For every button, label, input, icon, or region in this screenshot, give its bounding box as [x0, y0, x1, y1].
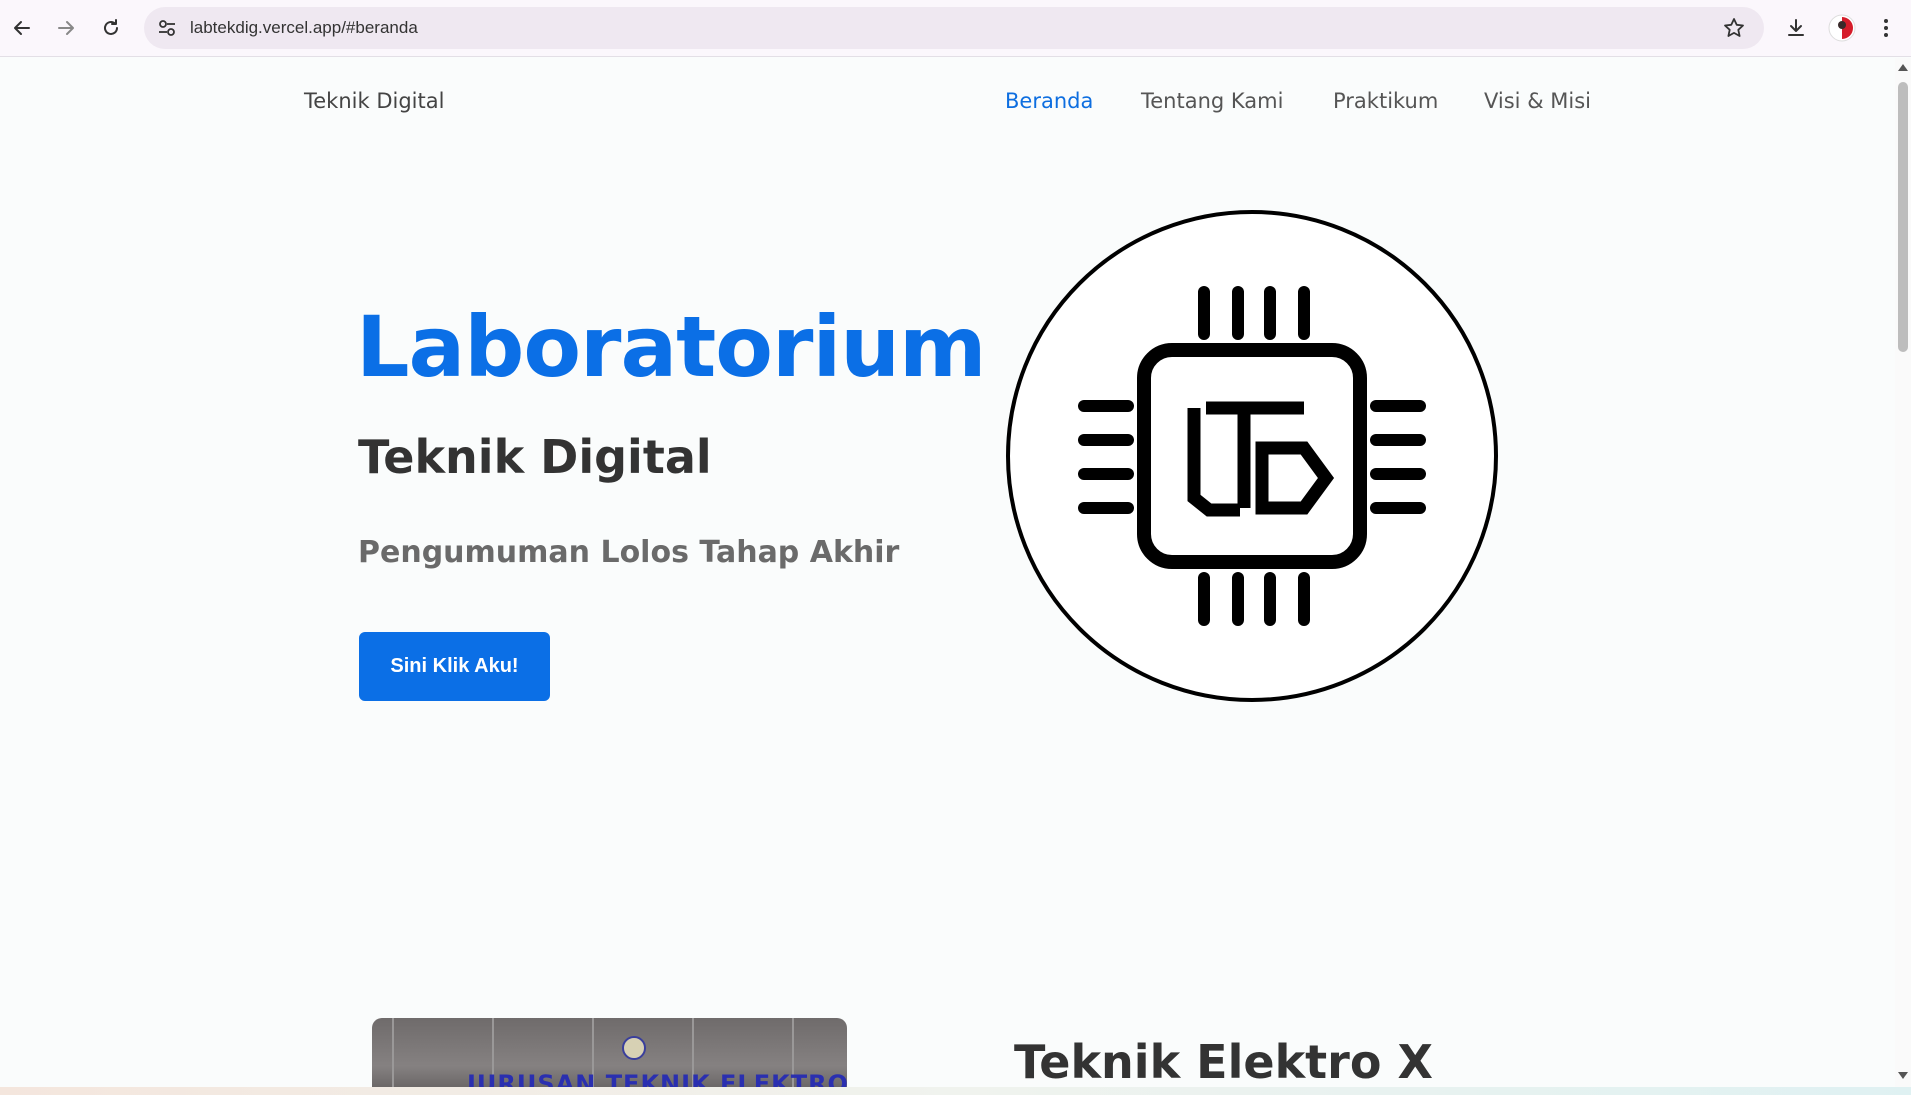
emblem-icon: [622, 1036, 646, 1060]
cta-button[interactable]: Sini Klik Aku!: [359, 632, 550, 701]
browser-toolbar: labtekdig.vercel.app/#beranda: [0, 0, 1911, 57]
address-bar[interactable]: labtekdig.vercel.app/#beranda: [144, 7, 1764, 49]
scrollbar-thumb[interactable]: [1898, 82, 1908, 352]
nav-item-beranda[interactable]: Beranda: [1005, 89, 1093, 113]
profile-avatar[interactable]: [1826, 12, 1858, 44]
hero-subtitle: Teknik Digital: [358, 430, 712, 484]
nav-item-visi-misi[interactable]: Visi & Misi: [1484, 89, 1591, 113]
forward-icon[interactable]: [48, 10, 84, 46]
section-title: Teknik Elektro X: [1014, 1035, 1433, 1087]
scroll-up-icon[interactable]: [1898, 64, 1908, 71]
department-photo: JURUSAN TEKNIK ELEKTRO: [372, 1018, 847, 1087]
photo-sign-text: JURUSAN TEKNIK ELEKTRO: [467, 1070, 847, 1087]
lab-logo: [1006, 210, 1498, 702]
url-text: labtekdig.vercel.app/#beranda: [190, 18, 418, 37]
bookmark-star-icon[interactable]: [1722, 16, 1746, 40]
hero-title: Laboratorium: [356, 298, 987, 396]
hero-announcement: Pengumuman Lolos Tahap Akhir: [358, 535, 900, 570]
page-content: Teknik Digital Beranda Tentang Kami Prak…: [0, 58, 1895, 1087]
more-menu-icon[interactable]: [1870, 12, 1902, 44]
page-scrollbar[interactable]: [1895, 58, 1911, 1087]
back-icon[interactable]: [4, 10, 40, 46]
scroll-down-icon[interactable]: [1898, 1072, 1908, 1079]
nav-item-praktikum[interactable]: Praktikum: [1333, 89, 1438, 113]
window-bottom-edge: [0, 1087, 1911, 1095]
download-icon[interactable]: [1780, 12, 1812, 44]
nav-item-tentang-kami[interactable]: Tentang Kami: [1141, 89, 1283, 113]
site-brand[interactable]: Teknik Digital: [304, 89, 444, 113]
reload-icon[interactable]: [93, 10, 129, 46]
site-settings-icon[interactable]: [156, 17, 178, 39]
